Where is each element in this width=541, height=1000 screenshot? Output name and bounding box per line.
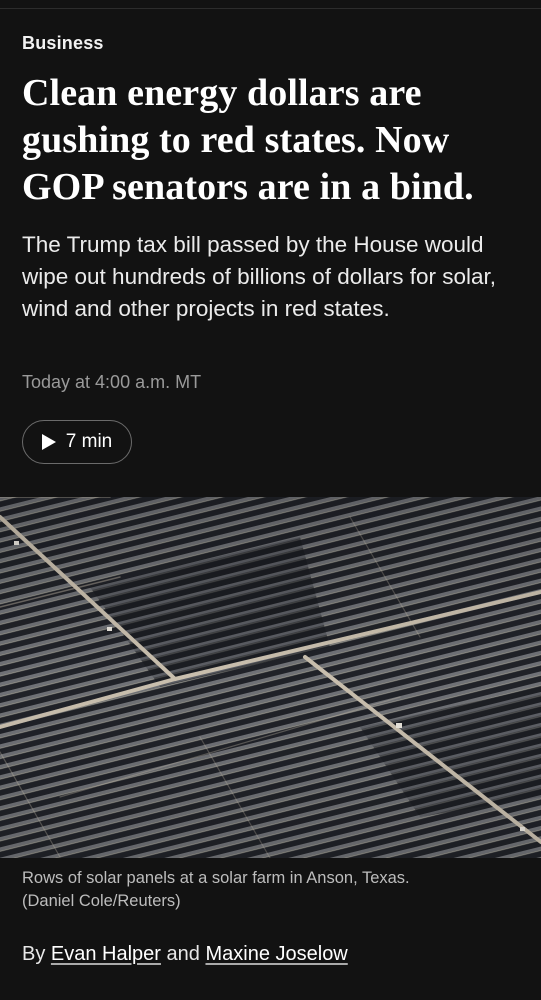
- top-divider: [0, 8, 541, 9]
- listen-audio-button[interactable]: 7 min: [22, 420, 132, 464]
- author-link-maxine-joselow[interactable]: Maxine Joselow: [205, 943, 347, 965]
- play-icon: [41, 434, 56, 450]
- publish-timestamp: Today at 4:00 a.m. MT: [22, 372, 202, 392]
- byline-prefix: By: [22, 943, 46, 965]
- byline: By Evan Halper and Maxine Joselow: [22, 943, 348, 966]
- dek-subheadline: The Trump tax bill passed by the House w…: [22, 232, 497, 321]
- headline: Clean energy dollars are gushing to red …: [22, 72, 474, 208]
- byline-conjunction: and: [166, 943, 200, 965]
- caption-text: Rows of solar panels at a solar farm in …: [22, 869, 410, 887]
- photo-caption: Rows of solar panels at a solar farm in …: [22, 867, 522, 913]
- author-link-evan-halper[interactable]: Evan Halper: [51, 943, 161, 965]
- photo-credit: (Daniel Cole/Reuters): [22, 892, 181, 910]
- audio-duration: 7 min: [65, 431, 113, 452]
- solar-farm-photo[interactable]: [0, 497, 541, 858]
- section-label[interactable]: Business: [22, 33, 104, 54]
